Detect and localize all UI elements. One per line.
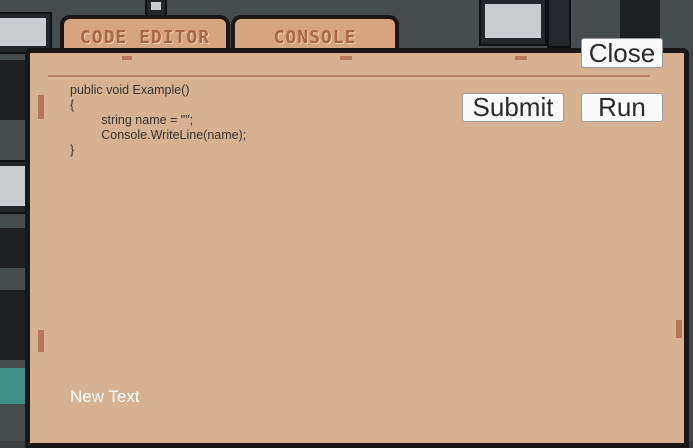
panel-edge-mark <box>676 320 682 338</box>
close-button[interactable]: Close <box>581 38 663 68</box>
panel-divider <box>48 75 650 77</box>
code-editor-input[interactable]: public void Example() { string name = ""… <box>70 83 450 373</box>
panel-edge-mark <box>122 56 132 60</box>
panel-edge-mark <box>38 330 44 352</box>
panel-edge-mark <box>340 56 352 60</box>
tab-console-label: CONSOLE <box>273 26 357 48</box>
background-right-post <box>620 0 660 40</box>
panel-divider-highlight <box>48 78 650 79</box>
status-text: New Text <box>70 387 140 406</box>
submit-button[interactable]: Submit <box>462 92 564 122</box>
panel-edge-mark <box>38 95 44 119</box>
run-button[interactable]: Run <box>581 92 663 122</box>
background-monitor-right <box>479 0 547 46</box>
tab-code-editor-label: CODE EDITOR <box>79 26 211 48</box>
background-tower <box>547 0 571 48</box>
panel-edge-mark <box>515 56 527 60</box>
